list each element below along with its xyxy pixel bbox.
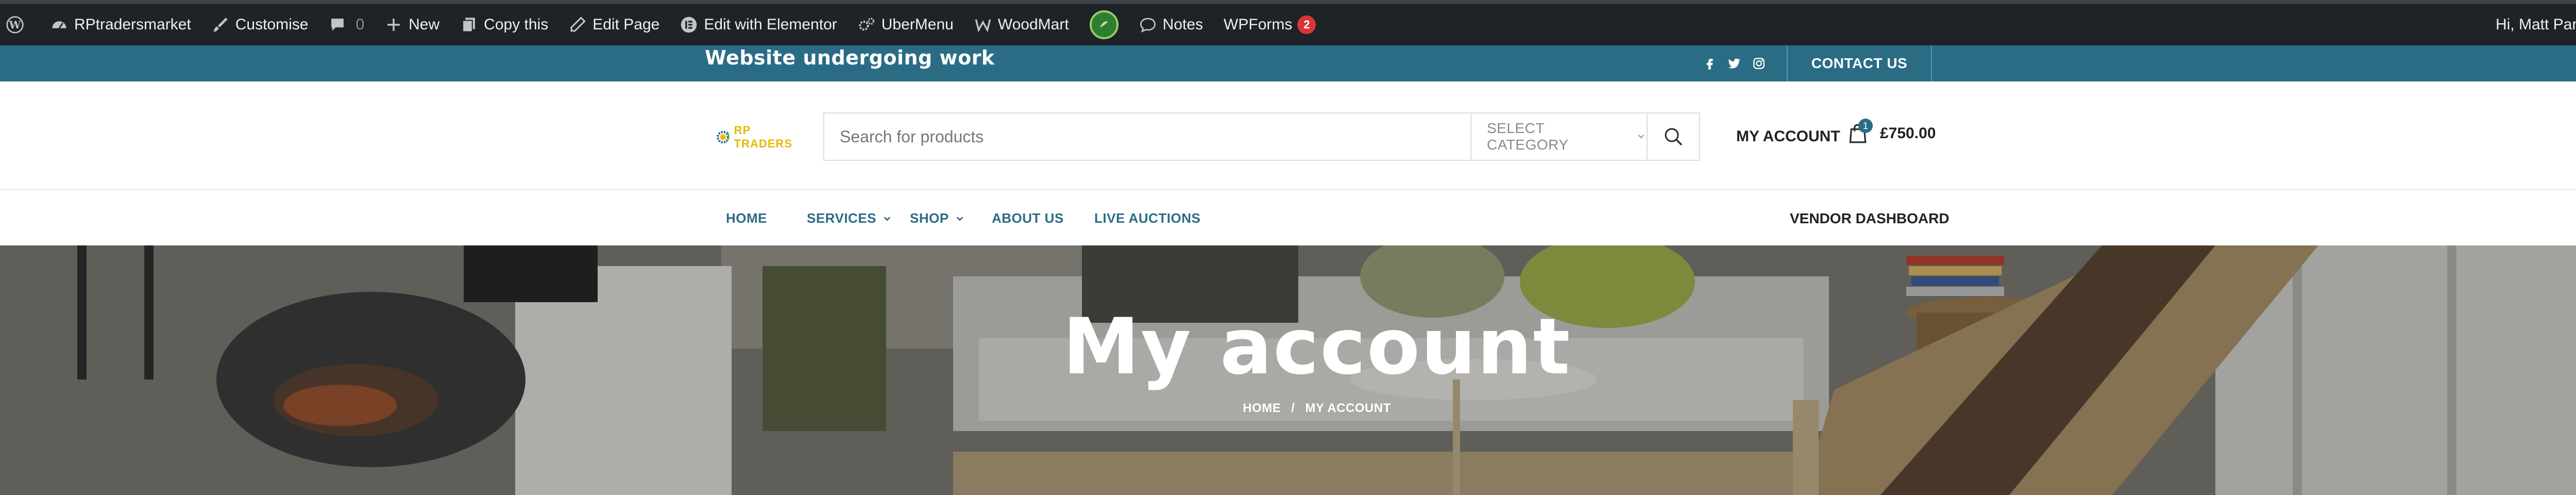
pencil-icon (570, 16, 586, 32)
breadcrumb-home-link[interactable]: HOME (1243, 401, 1281, 415)
edit-elementor-label: Edit with Elementor (704, 16, 837, 33)
plugin-status-icon (1089, 10, 1118, 39)
search-icon (1665, 128, 1683, 146)
cart-link[interactable]: 1 £750.00 (1847, 119, 1936, 144)
woodmart-label: WoodMart (997, 16, 1069, 33)
nav-item-live-auctions[interactable]: LIVE AUCTIONS (1094, 210, 1200, 226)
greeting-label: Hi, Matt Parker (2495, 16, 2576, 33)
social-links (1703, 45, 1766, 81)
logo-text: RP TRADERS (734, 124, 792, 150)
customise-label: Customise (235, 16, 309, 33)
wpforms-label: WPForms (1224, 16, 1293, 33)
chevron-down-icon (956, 216, 963, 221)
instagram-icon[interactable] (1752, 57, 1766, 70)
contact-us-link[interactable]: CONTACT US (1787, 45, 1932, 81)
plugin-status-button[interactable] (1079, 4, 1129, 45)
new-label: New (409, 16, 440, 33)
woodmart-icon (975, 19, 991, 32)
wordpress-icon: W (6, 16, 24, 34)
notes-link[interactable]: Notes (1129, 4, 1213, 45)
category-select[interactable]: SELECT CATEGORY (1470, 113, 1647, 160)
page-title-banner: My account HOME / MY ACCOUNT (0, 245, 2576, 495)
twitter-icon[interactable] (1727, 57, 1741, 70)
product-search-form: SELECT CATEGORY (823, 112, 1700, 161)
search-submit-button[interactable] (1647, 113, 1699, 160)
elementor-icon (681, 16, 697, 33)
new-content-link[interactable]: New (375, 4, 450, 45)
svg-text:W: W (9, 19, 22, 31)
chevron-down-icon (1638, 135, 1645, 139)
site-header: RP TRADERS SELECT CATEGORY MY ACCOUNT 1 … (0, 81, 2576, 190)
my-account-link[interactable]: MY ACCOUNT (1736, 128, 1840, 145)
top-bar: Website undergoing work CONTACT US (0, 45, 2576, 81)
edit-elementor-link[interactable]: Edit with Elementor (670, 4, 847, 45)
copy-icon (462, 18, 476, 32)
wordpress-logo-button[interactable]: W (0, 4, 40, 45)
category-select-label: SELECT CATEGORY (1487, 120, 1569, 153)
nav-services-label: SERVICES (807, 210, 877, 226)
wp-admin-bar: W RPtradersmarket Customise 0 New Copy t… (0, 0, 2576, 45)
account-greeting-link[interactable]: Hi, Matt Parker (2485, 4, 2576, 45)
comment-icon (331, 19, 344, 31)
wpforms-notification-badge: 2 (1297, 15, 1316, 34)
gears-icon (858, 18, 875, 31)
product-search-input[interactable] (824, 113, 1470, 160)
site-name-label: RPtradersmarket (74, 16, 191, 33)
copy-this-link[interactable]: Copy this (450, 4, 558, 45)
speech-bubble-icon (1140, 18, 1156, 33)
cart-total: £750.00 (1880, 125, 1936, 142)
nav-item-shop[interactable]: SHOP (910, 210, 964, 226)
woodmart-link[interactable]: WoodMart (964, 4, 1079, 45)
breadcrumb-current: MY ACCOUNT (1305, 401, 1391, 415)
wpforms-link[interactable]: WPForms 2 (1213, 4, 1326, 45)
facebook-icon[interactable] (1703, 57, 1716, 70)
nav-item-about-us[interactable]: ABOUT US (992, 210, 1064, 226)
vendor-dashboard-link[interactable]: VENDOR DASHBOARD (1790, 210, 1950, 227)
comments-link[interactable]: 0 (318, 4, 375, 45)
notes-label: Notes (1162, 16, 1204, 33)
nav-about-label: ABOUT US (992, 210, 1064, 226)
dashboard-icon (52, 21, 66, 29)
brush-icon (213, 18, 228, 32)
site-name-link[interactable]: RPtradersmarket (40, 4, 201, 45)
nav-item-services[interactable]: SERVICES (807, 210, 892, 226)
breadcrumb-separator: / (1291, 401, 1295, 415)
logo-mark-icon (717, 130, 730, 144)
plus-icon (387, 19, 400, 31)
nav-live-auctions-label: LIVE AUCTIONS (1094, 210, 1201, 226)
nav-home-label: HOME (726, 210, 767, 226)
edit-page-link[interactable]: Edit Page (558, 4, 670, 45)
breadcrumb: HOME / MY ACCOUNT (0, 401, 2576, 416)
ubermenu-label: UberMenu (881, 16, 954, 33)
nav-shop-label: SHOP (910, 210, 949, 226)
main-navigation: HOME SERVICES SHOP ABOUT US LIVE AUCTION… (0, 191, 2576, 245)
cart-count-badge: 1 (1858, 119, 1873, 133)
page-title: My account (1062, 302, 1571, 392)
site-logo[interactable]: RP TRADERS (715, 118, 792, 157)
ubermenu-link[interactable]: UberMenu (848, 4, 964, 45)
customise-link[interactable]: Customise (201, 4, 319, 45)
chevron-down-icon (884, 216, 891, 221)
copy-this-label: Copy this (484, 16, 549, 33)
edit-page-label: Edit Page (592, 16, 660, 33)
site-notice: Website undergoing work (705, 46, 995, 69)
nav-item-home[interactable]: HOME (726, 210, 767, 226)
comments-count: 0 (355, 16, 365, 33)
